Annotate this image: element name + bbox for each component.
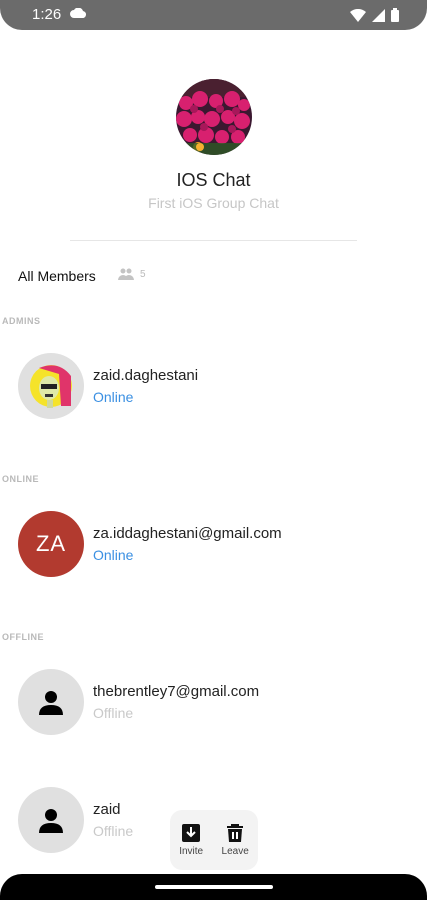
group-subtitle: First iOS Group Chat xyxy=(148,195,279,211)
group-actions: Invite Leave xyxy=(170,810,258,870)
status-time: 1:26 xyxy=(32,6,62,23)
members-count: 5 xyxy=(118,268,146,280)
member-name: za.iddaghestani@gmail.com xyxy=(93,525,282,542)
section-online: ONLINE xyxy=(2,474,40,484)
status-bar: 1:26 xyxy=(0,0,427,30)
invite-label: Invite xyxy=(179,845,204,857)
signal-icon xyxy=(372,8,385,22)
member-status: Offline xyxy=(93,705,134,721)
group-photo xyxy=(176,79,252,155)
person-icon xyxy=(39,691,63,715)
invite-icon xyxy=(182,823,201,842)
avatar xyxy=(18,669,84,735)
home-indicator[interactable] xyxy=(155,885,273,889)
invite-button[interactable]: Invite xyxy=(179,823,204,857)
members-count-value: 5 xyxy=(140,268,146,280)
member-row[interactable]: ZA za.iddaghestani@gmail.com Online xyxy=(18,511,418,577)
member-status: Online xyxy=(93,389,134,405)
wifi-icon xyxy=(350,8,366,22)
cloud-icon xyxy=(70,8,86,18)
navigation-bar xyxy=(0,874,427,900)
avatar-cartoon xyxy=(25,360,77,412)
all-members-heading: All Members xyxy=(18,268,96,284)
group-icon xyxy=(118,268,134,280)
member-name: zaid.daghestani xyxy=(93,367,199,384)
group-avatar[interactable] xyxy=(176,79,252,155)
person-icon xyxy=(39,809,63,833)
avatar xyxy=(18,787,84,853)
section-admins: ADMINS xyxy=(2,316,41,326)
section-offline: OFFLINE xyxy=(2,632,44,642)
group-title: IOS Chat xyxy=(176,170,251,190)
system-icons xyxy=(350,8,399,22)
battery-icon xyxy=(391,8,399,22)
member-status: Offline xyxy=(93,823,134,839)
leave-button[interactable]: Leave xyxy=(221,823,249,857)
member-name: thebrentley7@gmail.com xyxy=(93,683,260,700)
member-row[interactable]: thebrentley7@gmail.com Offline xyxy=(18,669,418,735)
avatar-initials: ZA xyxy=(18,511,84,577)
member-name: zaid xyxy=(93,801,121,818)
avatar xyxy=(18,353,84,419)
divider xyxy=(70,240,357,241)
leave-label: Leave xyxy=(221,845,249,857)
member-status: Online xyxy=(93,547,134,563)
member-row[interactable]: zaid.daghestani Online xyxy=(18,353,418,419)
trash-icon xyxy=(227,823,244,842)
